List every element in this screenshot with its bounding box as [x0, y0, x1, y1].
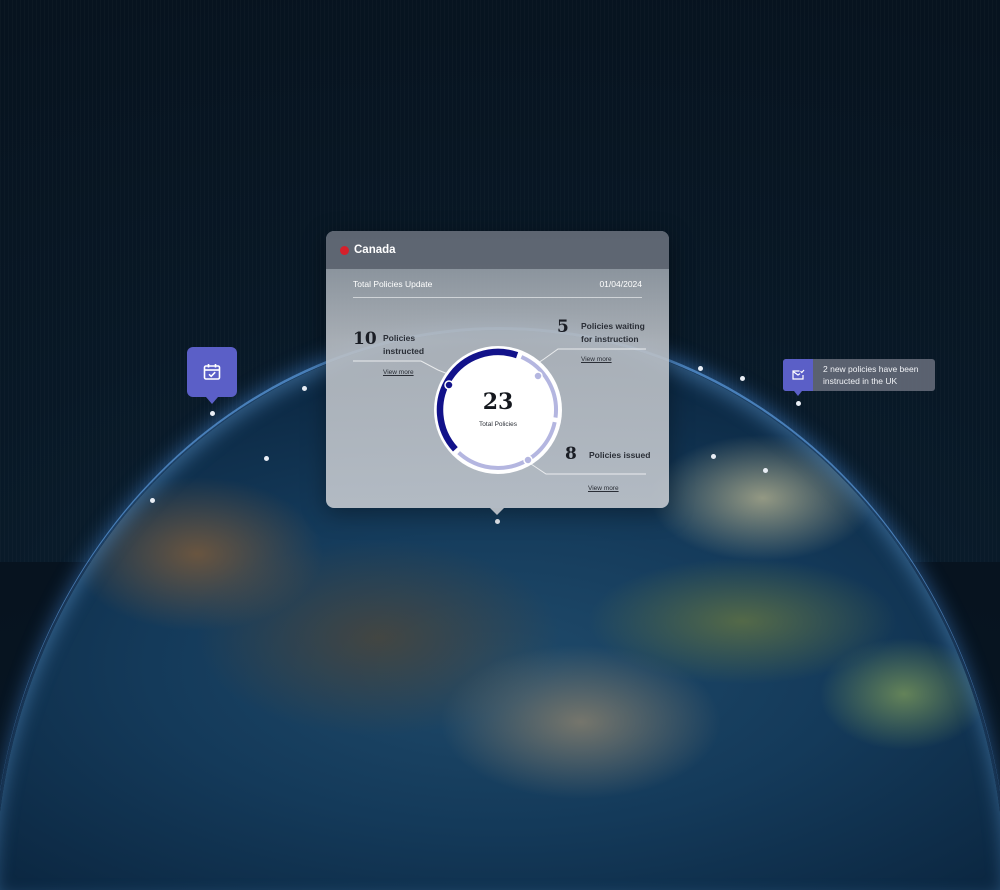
location-dot[interactable]	[740, 376, 745, 381]
issued-label: Policies issued	[589, 450, 651, 460]
total-policies-label: Total Policies	[479, 421, 517, 428]
mail-check-icon	[792, 369, 805, 380]
notification-line-2: instructed in the UK	[823, 376, 898, 386]
location-dot[interactable]	[698, 366, 703, 371]
location-dot[interactable]	[150, 498, 155, 503]
donut-handle-2[interactable]	[533, 371, 543, 381]
location-dot[interactable]	[796, 401, 801, 406]
donut-handle-1[interactable]	[444, 380, 454, 390]
notification-toast[interactable]: 2 new policies have been instructed in t…	[783, 359, 935, 396]
issued-view-more-link[interactable]: View more	[588, 485, 619, 492]
instructed-label: Policies instructed	[383, 332, 424, 358]
notification-icon-box	[783, 359, 813, 396]
calendar-check-icon	[203, 364, 221, 380]
total-policies-count: 23	[482, 389, 514, 415]
location-dot[interactable]	[302, 386, 307, 391]
instructed-count: 10	[353, 329, 377, 349]
notification-text: 2 new policies have been instructed in t…	[813, 363, 918, 387]
waiting-label: Policies waiting for instruction	[581, 320, 645, 346]
location-dot[interactable]	[763, 468, 768, 473]
notification-line-1: 2 new policies have been	[823, 364, 919, 374]
instructed-label-line-1: Policies	[383, 333, 416, 343]
waiting-label-line-2: for instruction	[581, 334, 639, 344]
location-dot[interactable]	[210, 411, 215, 416]
country-policies-card: Canada Total Policies Update 01/04/2024 …	[326, 231, 669, 515]
calendar-marker[interactable]	[187, 347, 237, 404]
waiting-count: 5	[557, 317, 569, 337]
location-dot[interactable]	[711, 454, 716, 459]
donut-handle-3[interactable]	[523, 455, 533, 465]
card-pointer	[490, 508, 504, 515]
issued-count: 8	[565, 444, 577, 464]
instructed-label-line-2: instructed	[383, 346, 425, 356]
location-dot[interactable]	[264, 456, 269, 461]
waiting-view-more-link[interactable]: View more	[581, 356, 612, 363]
location-dot[interactable]	[495, 519, 500, 524]
waiting-label-line-1: Policies waiting	[581, 321, 645, 331]
instructed-view-more-link[interactable]: View more	[383, 369, 414, 376]
